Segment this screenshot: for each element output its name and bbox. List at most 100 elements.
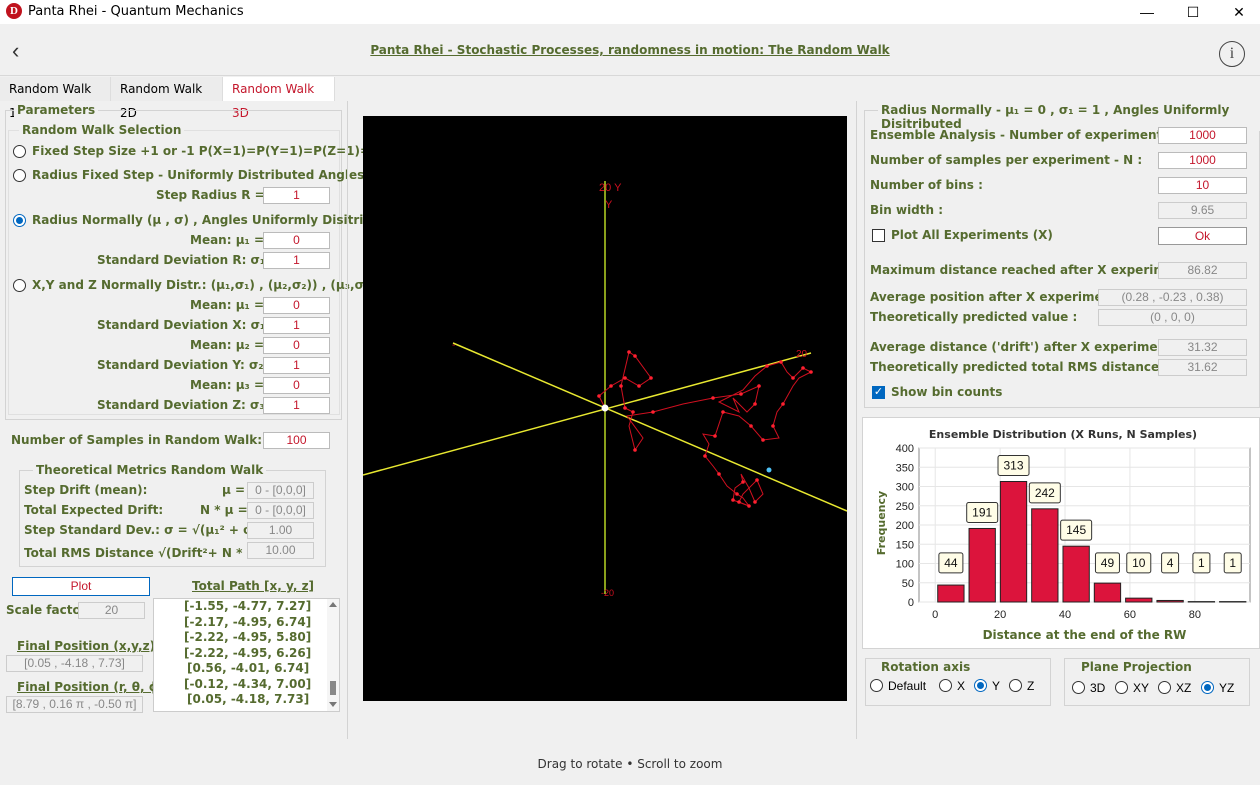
minimize-button[interactable]: — bbox=[1124, 0, 1170, 24]
sd-r-input[interactable]: 1 bbox=[263, 252, 330, 269]
bin-count-label: 145 bbox=[1066, 523, 1086, 537]
plot-button[interactable]: Plot bbox=[12, 577, 150, 596]
rotation-x-label: X bbox=[957, 679, 966, 693]
rotation-y-radio[interactable] bbox=[974, 679, 987, 692]
sigma-x-label: Standard Deviation X: σ₁ = bbox=[97, 318, 280, 332]
step-sd-value: 1.00 bbox=[247, 522, 314, 539]
projection-yz-radio[interactable] bbox=[1201, 681, 1214, 694]
bin-count-label: 313 bbox=[1003, 458, 1023, 472]
random-walk-3d-svg: 20 Y Y -20 20 - bbox=[362, 181, 848, 598]
mu2-input[interactable]: 0 bbox=[263, 337, 330, 354]
sigma-x-input[interactable]: 1 bbox=[263, 317, 330, 334]
sd-r-label: Standard Deviation R: σ₁ = bbox=[97, 253, 280, 267]
info-icon[interactable]: i bbox=[1219, 41, 1245, 67]
x-tick-label: 80 bbox=[1189, 609, 1201, 621]
samples-n-input[interactable]: 100 bbox=[263, 432, 330, 449]
app-logo-icon: D bbox=[6, 3, 22, 19]
panel-divider bbox=[856, 101, 857, 739]
projection-xz-radio[interactable] bbox=[1158, 681, 1171, 694]
projection-3d-label: 3D bbox=[1090, 681, 1106, 695]
step-radius-label: Step Radius R = bbox=[156, 188, 265, 202]
y-tick-label: 50 bbox=[902, 578, 914, 590]
close-button[interactable]: ✕ bbox=[1216, 0, 1260, 24]
rotation-z-radio[interactable] bbox=[1009, 679, 1022, 692]
scale-factor-input[interactable]: 20 bbox=[78, 602, 145, 619]
samples-n-label: Number of Samples in Random Walk: N = bbox=[11, 433, 291, 447]
bin-width-label: Bin width : bbox=[870, 203, 944, 217]
panel-divider bbox=[347, 101, 348, 739]
option-radius-fixed-radio[interactable] bbox=[13, 169, 26, 182]
projection-3d-radio[interactable] bbox=[1072, 681, 1085, 694]
option-xyz-normal-radio[interactable] bbox=[13, 279, 26, 292]
y-axis-label: 20 Y bbox=[599, 182, 622, 194]
list-item: [-0.12, -4.34, 7.00] bbox=[184, 676, 312, 691]
option-radius-normal-radio[interactable] bbox=[13, 214, 26, 227]
page-header: ‹ Panta Rhei - Stochastic Processes, ran… bbox=[0, 24, 1260, 76]
rms-distance-value: 31.62 bbox=[1158, 359, 1247, 376]
projection-xz-label: XZ bbox=[1176, 681, 1192, 695]
tab-random-walk-1d[interactable]: Random Walk 1D bbox=[0, 77, 111, 120]
bin-count-label: 49 bbox=[1101, 556, 1115, 570]
sigma-z-input[interactable]: 1 bbox=[263, 397, 330, 414]
ok-button[interactable]: Ok bbox=[1158, 227, 1247, 245]
bin-count-label: 242 bbox=[1035, 486, 1055, 500]
list-item: [0.05, -4.18, 7.73] bbox=[187, 692, 310, 706]
window-title: Panta Rhei - Quantum Mechanics bbox=[28, 4, 244, 19]
mu3-input[interactable]: 0 bbox=[263, 377, 330, 394]
show-bin-counts-label: Show bin counts bbox=[891, 385, 1003, 399]
projection-xy-label: XY bbox=[1133, 681, 1150, 695]
histogram-bar bbox=[1125, 597, 1153, 603]
mean1-label: Mean: μ₁ = bbox=[190, 233, 265, 247]
plot-all-checkbox[interactable] bbox=[872, 229, 885, 242]
rotation-axis-title: Rotation axis bbox=[878, 660, 974, 674]
maximize-button[interactable]: ☐ bbox=[1170, 0, 1216, 24]
max-distance-value: 86.82 bbox=[1158, 262, 1247, 279]
list-item: [0.56, -4.01, 6.74] bbox=[187, 661, 310, 675]
plot-all-label: Plot All Experiments (X) bbox=[891, 228, 1053, 242]
rotation-default-radio[interactable] bbox=[870, 679, 883, 692]
tab-random-walk-3d[interactable]: Random Walk 3D bbox=[223, 77, 335, 120]
tab-random-walk-2d[interactable]: Random Walk 2D bbox=[111, 77, 223, 120]
y-tick-label: 100 bbox=[896, 559, 914, 571]
x-axis-label: 20 bbox=[796, 349, 808, 360]
ensemble-count-label: Ensemble Analysis - Number of experiment… bbox=[870, 128, 1201, 142]
total-path-list[interactable]: [-1.55, -4.77, 7.27] [-2.17, -4.95, 6.74… bbox=[153, 598, 340, 712]
bins-label: Number of bins : bbox=[870, 178, 983, 192]
final-position-value: [0.05 , -4.18 , 7.73] bbox=[6, 655, 143, 672]
random-walk-3d-canvas[interactable]: 20 Y Y -20 20 - bbox=[362, 116, 848, 701]
projection-xy-radio[interactable] bbox=[1115, 681, 1128, 694]
scroll-down-icon bbox=[329, 702, 337, 707]
sigma-z-label: Standard Deviation Z: σ₃ = bbox=[97, 398, 279, 412]
histogram-bar bbox=[999, 480, 1028, 603]
step-radius-input[interactable]: 1 bbox=[263, 187, 330, 204]
origin-marker bbox=[601, 404, 609, 412]
list-item: [-2.17, -4.95, 6.74] bbox=[184, 614, 312, 629]
list-scrollbar[interactable] bbox=[327, 599, 339, 711]
list-item: [-2.22, -4.95, 6.26] bbox=[184, 645, 312, 660]
histogram-bar bbox=[968, 527, 996, 603]
rotation-z-label: Z bbox=[1027, 679, 1035, 693]
show-bin-counts-checkbox[interactable]: ✓ bbox=[872, 386, 885, 399]
total-drift-value: 0 - [0,0,0] bbox=[247, 502, 314, 519]
ensemble-count-input[interactable]: 1000 bbox=[1158, 127, 1247, 144]
projection-yz-label: YZ bbox=[1219, 681, 1235, 695]
y-tick-label: 150 bbox=[896, 539, 914, 551]
y-tick-label: 0 bbox=[908, 597, 914, 609]
bins-input[interactable]: 10 bbox=[1158, 177, 1247, 194]
y-tick-label: 200 bbox=[896, 520, 914, 532]
step-sd-label: Step Standard Dev.: σ = √(μ₁² + σ₁²) = bbox=[24, 523, 283, 537]
drift-value: 0 - [0,0,0] bbox=[247, 482, 314, 499]
total-drift-eq: N * μ = bbox=[200, 503, 248, 517]
mu1-input[interactable]: 0 bbox=[263, 297, 330, 314]
rotation-y-label: Y bbox=[992, 679, 1001, 693]
y-tick-label: 250 bbox=[896, 501, 914, 513]
sigma-y-input[interactable]: 1 bbox=[263, 357, 330, 374]
option-xyz-normal-label: X,Y and Z Normally Distr.: (μ₁,σ₁) , (μ₂… bbox=[32, 278, 375, 292]
avg-position-label: Average position after X experiments : bbox=[870, 290, 1134, 304]
bin-count-label: 191 bbox=[972, 505, 992, 519]
rotation-x-radio[interactable] bbox=[939, 679, 952, 692]
histogram-bar bbox=[1156, 599, 1184, 603]
mean1-input[interactable]: 0 bbox=[263, 232, 330, 249]
samples-per-experiment-input[interactable]: 1000 bbox=[1158, 152, 1247, 169]
option-fixed-step-radio[interactable] bbox=[13, 145, 26, 158]
